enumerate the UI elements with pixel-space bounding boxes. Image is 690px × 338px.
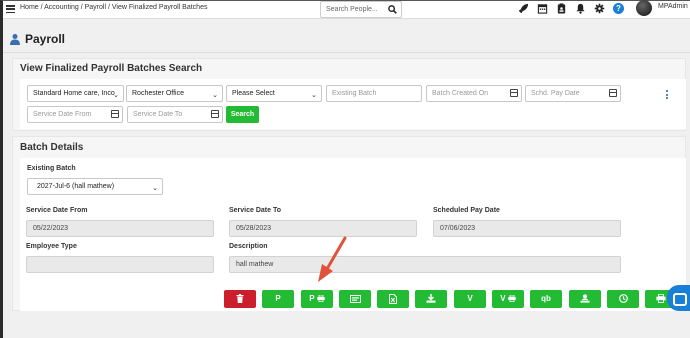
p-button-label: P	[275, 294, 281, 303]
batch-details-title: Batch Details	[20, 142, 84, 153]
search-icon[interactable]	[388, 5, 397, 14]
payroll-user-icon	[10, 34, 20, 45]
calendar-icon[interactable]	[537, 3, 548, 14]
service-date-from-input[interactable]: Service Date From	[27, 106, 123, 123]
v-button[interactable]: V	[454, 290, 486, 308]
service-date-to-field: 05/28/2023	[229, 220, 417, 237]
service-date-to-input[interactable]: Service Date To	[127, 106, 223, 123]
clock-icon	[618, 294, 628, 304]
calendar-icon[interactable]	[211, 110, 219, 118]
printer-icon	[656, 294, 666, 304]
schd-pay-date-input[interactable]: Schd. Pay Date	[525, 85, 621, 102]
excel-file-icon	[389, 293, 397, 304]
v-print-button-label: V	[500, 294, 506, 303]
existing-batch-select[interactable]: 2027-Jul-6 (hall mathew) ⌄	[27, 178, 163, 195]
bell-icon[interactable]	[575, 3, 586, 14]
search-people-placeholder: Search People...	[326, 6, 378, 13]
p-print-button[interactable]: P	[301, 290, 333, 308]
p-button[interactable]: P	[262, 290, 294, 308]
employee-type-field	[26, 256, 214, 273]
breadcrumb-accounting[interactable]: Accounting	[44, 4, 79, 11]
breadcrumb-home[interactable]: Home	[20, 4, 39, 11]
description-field: hall mathew	[229, 256, 621, 273]
employee-type-label: Employee Type	[26, 243, 77, 250]
agency-select[interactable]: Standard Home care, Inco ⌄	[27, 85, 124, 102]
title-divider	[3, 52, 690, 53]
rocket-icon[interactable]	[518, 3, 529, 14]
chevron-down-icon: ⌄	[212, 92, 218, 99]
breadcrumb-payroll[interactable]: Payroll	[85, 4, 106, 11]
breadcrumb: Home / Accounting / Payroll / View Final…	[20, 4, 207, 11]
help-icon[interactable]: ?	[613, 3, 624, 14]
existing-batch-placeholder: Existing Batch	[332, 90, 377, 97]
search-section-title: View Finalized Payroll Batches Search	[20, 63, 203, 74]
calendar-icon[interactable]	[111, 110, 119, 118]
page-title: Payroll	[9, 32, 65, 46]
quickbooks-button-label: qb	[541, 294, 551, 303]
download-icon	[426, 294, 436, 304]
quickbooks-button[interactable]: qb	[530, 290, 562, 308]
username[interactable]: MPAdmin	[658, 3, 688, 10]
chat-widget-icon[interactable]	[667, 285, 690, 311]
service-date-from-label: Service Date From	[26, 207, 88, 214]
clipboard-icon[interactable]	[556, 3, 567, 14]
calendar-icon[interactable]	[609, 89, 617, 97]
v-button-label: V	[467, 294, 473, 303]
agency-select-value: Standard Home care, Inco	[33, 90, 115, 97]
v-print-button[interactable]: V	[492, 290, 524, 308]
status-select[interactable]: Please Select ⌄	[226, 85, 322, 102]
scheduled-pay-date-field: 07/06/2023	[433, 220, 621, 237]
printer-icon	[508, 295, 516, 303]
service-date-from-field: 05/22/2023	[26, 220, 214, 237]
existing-batch-select-value: 2027-Jul-6 (hall mathew)	[37, 183, 115, 190]
chevron-down-icon: ⌄	[311, 92, 317, 99]
search-people-input[interactable]: Search People...	[320, 1, 402, 18]
status-select-value: Please Select	[232, 90, 275, 97]
search-button[interactable]: Search	[226, 106, 259, 123]
service-date-to-label: Service Date To	[229, 207, 282, 214]
avatar[interactable]	[636, 0, 652, 16]
p-print-button-label: P	[309, 294, 315, 303]
existing-batch-label: Existing Batch	[27, 165, 76, 172]
calendar-icon[interactable]	[510, 89, 518, 97]
office-select-value: Rochester Office	[132, 90, 185, 97]
gear-icon[interactable]	[594, 3, 605, 14]
printer-icon	[317, 295, 325, 303]
card-export-button[interactable]	[339, 290, 371, 308]
description-label: Description	[229, 243, 268, 250]
scheduled-pay-date-label: Scheduled Pay Date	[433, 207, 500, 214]
breadcrumb-current: View Finalized Payroll Batches	[111, 4, 208, 11]
download-button[interactable]	[415, 290, 447, 308]
id-card-icon	[349, 294, 361, 303]
top-icons: ?	[518, 3, 624, 14]
service-date-to-placeholder: Service Date To	[133, 111, 183, 118]
schd-pay-date-placeholder: Schd. Pay Date	[531, 90, 580, 97]
office-select[interactable]: Rochester Office ⌄	[126, 85, 223, 102]
chevron-down-icon: ⌄	[152, 185, 158, 192]
user-upload-button[interactable]	[569, 290, 601, 308]
history-button[interactable]	[607, 290, 639, 308]
batch-created-on-placeholder: Batch Created On	[432, 90, 489, 97]
hamburger-menu-icon[interactable]	[6, 5, 15, 13]
chevron-down-icon: ⌄	[113, 92, 119, 99]
service-date-from-placeholder: Service Date From	[33, 111, 92, 118]
page-title-text: Payroll	[25, 32, 66, 46]
existing-batch-input[interactable]: Existing Batch	[326, 85, 422, 102]
user-card-icon	[580, 294, 590, 303]
trash-icon	[236, 294, 244, 304]
more-options-icon[interactable]	[666, 90, 669, 99]
delete-button[interactable]	[224, 290, 256, 308]
excel-export-button[interactable]	[377, 290, 409, 308]
batch-created-on-input[interactable]: Batch Created On	[426, 85, 522, 102]
